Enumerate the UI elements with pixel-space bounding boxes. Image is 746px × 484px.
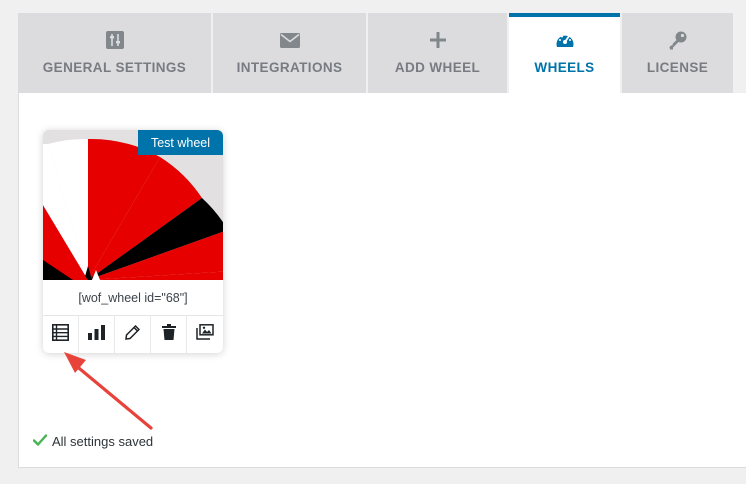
status-text: All settings saved xyxy=(52,434,154,449)
statistics-button[interactable] xyxy=(79,316,115,353)
key-icon xyxy=(668,29,688,51)
tab-label: GENERAL SETTINGS xyxy=(42,60,187,75)
view-entries-button[interactable] xyxy=(43,316,79,353)
tab-label: WHEELS xyxy=(534,60,595,75)
dashboard-icon xyxy=(555,29,575,51)
bar-chart-icon xyxy=(88,324,105,345)
tab-general-settings[interactable]: GENERAL SETTINGS xyxy=(18,13,211,93)
wheel-shortcode: [wof_wheel id="68"] xyxy=(43,280,223,316)
tab-wheels[interactable]: WHEELS xyxy=(509,13,620,93)
wheel-actions xyxy=(43,316,223,353)
tab-label: ADD WHEEL xyxy=(394,60,481,75)
wheel-card: Test wheel [wof_wheel id="68"] xyxy=(43,130,223,353)
tab-label: LICENSE xyxy=(646,60,709,75)
envelope-icon xyxy=(279,29,300,51)
pencil-icon xyxy=(125,324,141,345)
list-icon xyxy=(52,323,69,346)
settings-tabs: GENERAL SETTINGS INTEGRATIONS ADD WHEEL xyxy=(18,13,746,93)
trash-icon xyxy=(161,324,176,345)
edit-button[interactable] xyxy=(115,316,151,353)
tab-add-wheel[interactable]: ADD WHEEL xyxy=(368,13,507,93)
tab-label: INTEGRATIONS xyxy=(236,60,343,75)
tab-license[interactable]: LICENSE xyxy=(622,13,733,93)
plus-icon xyxy=(429,29,446,51)
wheel-preview[interactable]: Test wheel xyxy=(43,130,223,280)
delete-button[interactable] xyxy=(151,316,187,353)
tab-integrations[interactable]: INTEGRATIONS xyxy=(213,13,366,93)
images-icon xyxy=(196,324,214,345)
checkmark-icon xyxy=(32,434,48,449)
duplicate-button[interactable] xyxy=(187,316,223,353)
wheel-name-badge: Test wheel xyxy=(138,130,223,155)
sliders-icon xyxy=(105,29,124,51)
save-status: All settings saved xyxy=(32,434,154,449)
